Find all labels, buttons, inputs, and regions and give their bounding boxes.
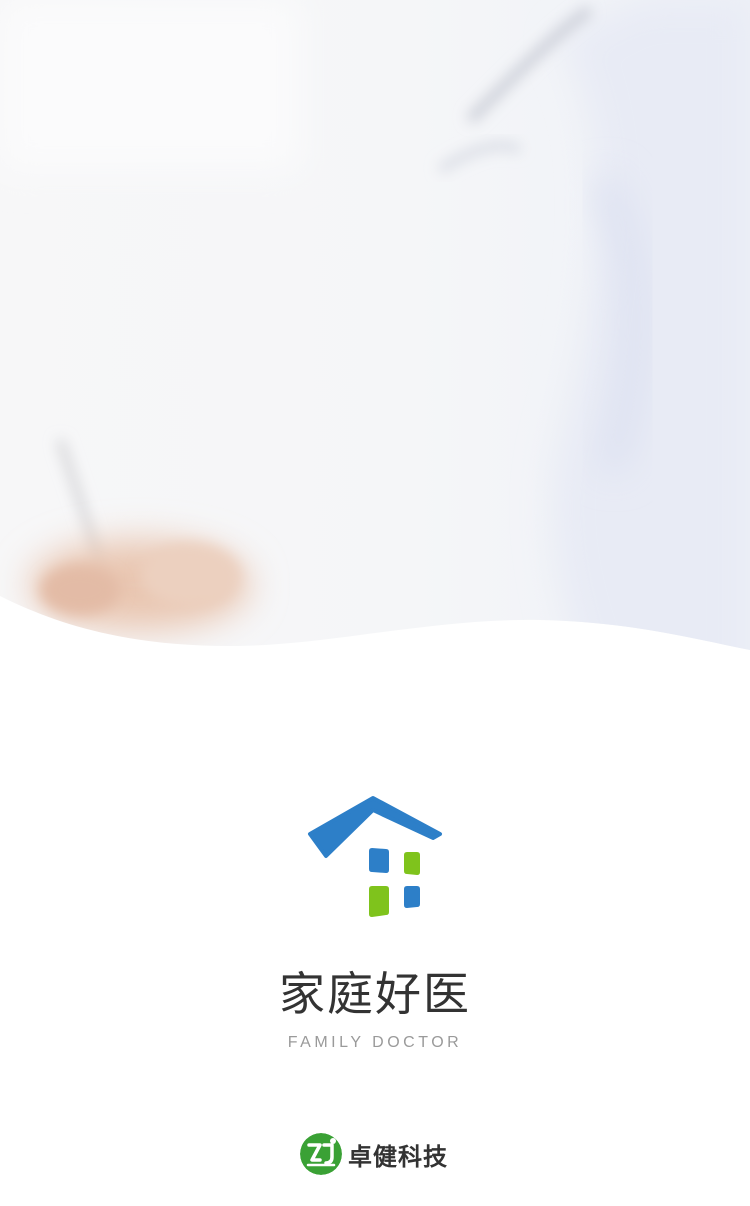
app-subtitle: FAMILY DOCTOR bbox=[287, 1034, 463, 1051]
company-name: 卓健科技 bbox=[348, 1142, 448, 1171]
splash-background-photo bbox=[0, 0, 750, 700]
house-logo-icon bbox=[300, 790, 450, 925]
company-brand: 卓健科技 bbox=[300, 1132, 448, 1176]
company-logo-icon bbox=[300, 1133, 342, 1175]
app-title: 家庭好医 bbox=[279, 967, 471, 1021]
